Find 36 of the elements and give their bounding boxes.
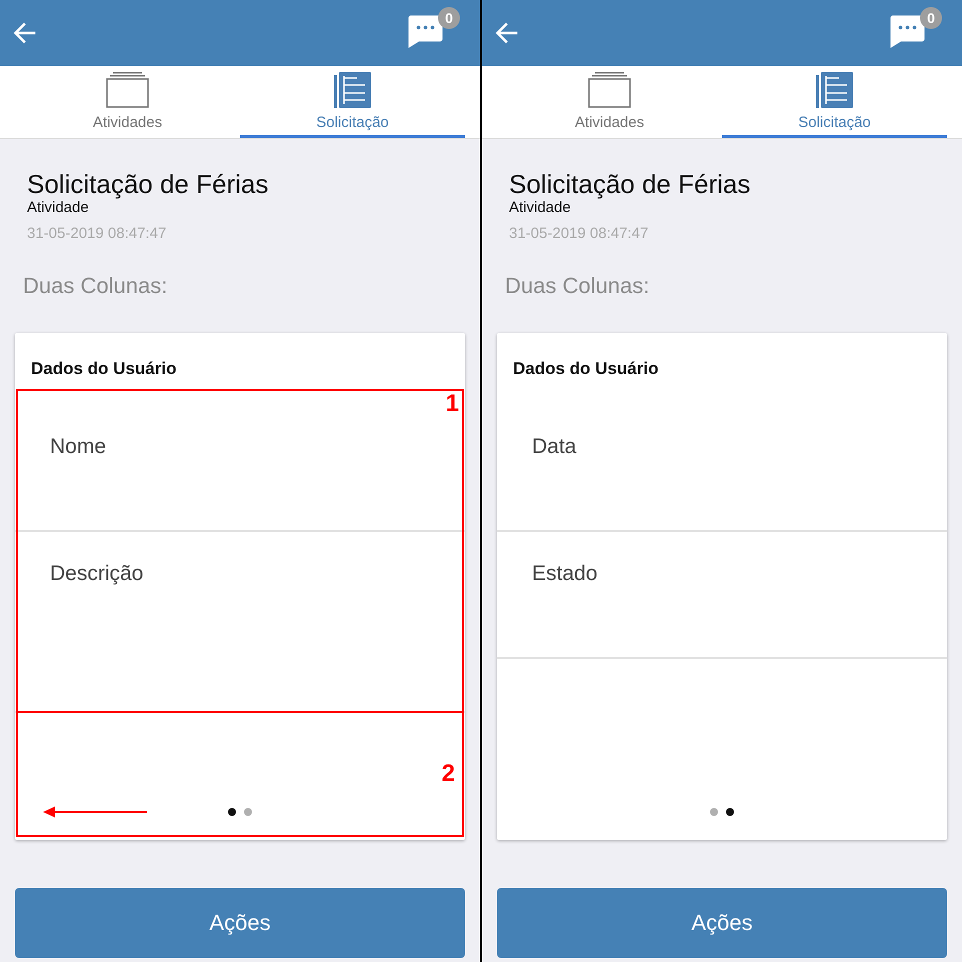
annotation-number: 2 <box>442 761 455 787</box>
page-title: Solicitação de Férias <box>509 169 752 199</box>
field-label: Estado <box>532 562 598 585</box>
section-heading: Duas Colunas: <box>23 273 168 299</box>
field-label: Nome <box>50 435 106 458</box>
field-label: Data <box>532 435 576 458</box>
chat-bubble-icon <box>890 15 925 48</box>
tab[interactable]: Solicitação <box>722 66 947 138</box>
card-title: Dados do Usuário <box>31 358 178 380</box>
tab[interactable]: Atividades <box>497 66 722 138</box>
page-title: Solicitação de Férias <box>27 169 270 199</box>
back-arrow-icon <box>494 21 518 45</box>
timestamp: 31-05-2019 08:47:47 <box>509 225 650 243</box>
section-heading: Duas Colunas: <box>505 273 650 299</box>
field-label: Descrição <box>50 562 144 585</box>
timestamp: 31-05-2019 08:47:47 <box>27 225 168 243</box>
annotation-number: 1 <box>446 391 459 417</box>
chat-bubble-icon <box>408 15 443 48</box>
tab[interactable]: Solicitação <box>240 66 465 138</box>
document-icon <box>816 72 853 108</box>
activity-label: Atividade <box>27 199 90 217</box>
actions-button[interactable]: Ações <box>15 888 465 958</box>
chat-button[interactable]: 0 <box>408 7 460 48</box>
stacked-pages-icon <box>106 72 149 108</box>
chat-button[interactable]: 0 <box>890 7 942 48</box>
stacked-pages-icon <box>588 72 631 108</box>
document-icon <box>334 72 371 108</box>
back-button[interactable] <box>494 21 518 45</box>
back-arrow-icon <box>12 21 36 45</box>
tab[interactable]: Atividades <box>15 66 240 138</box>
card-title: Dados do Usuário <box>513 358 660 380</box>
activity-label: Atividade <box>509 199 572 217</box>
notification-badge: 0 <box>920 7 942 29</box>
back-button[interactable] <box>12 21 36 45</box>
notification-badge: 0 <box>438 7 460 29</box>
actions-button[interactable]: Ações <box>497 888 947 958</box>
